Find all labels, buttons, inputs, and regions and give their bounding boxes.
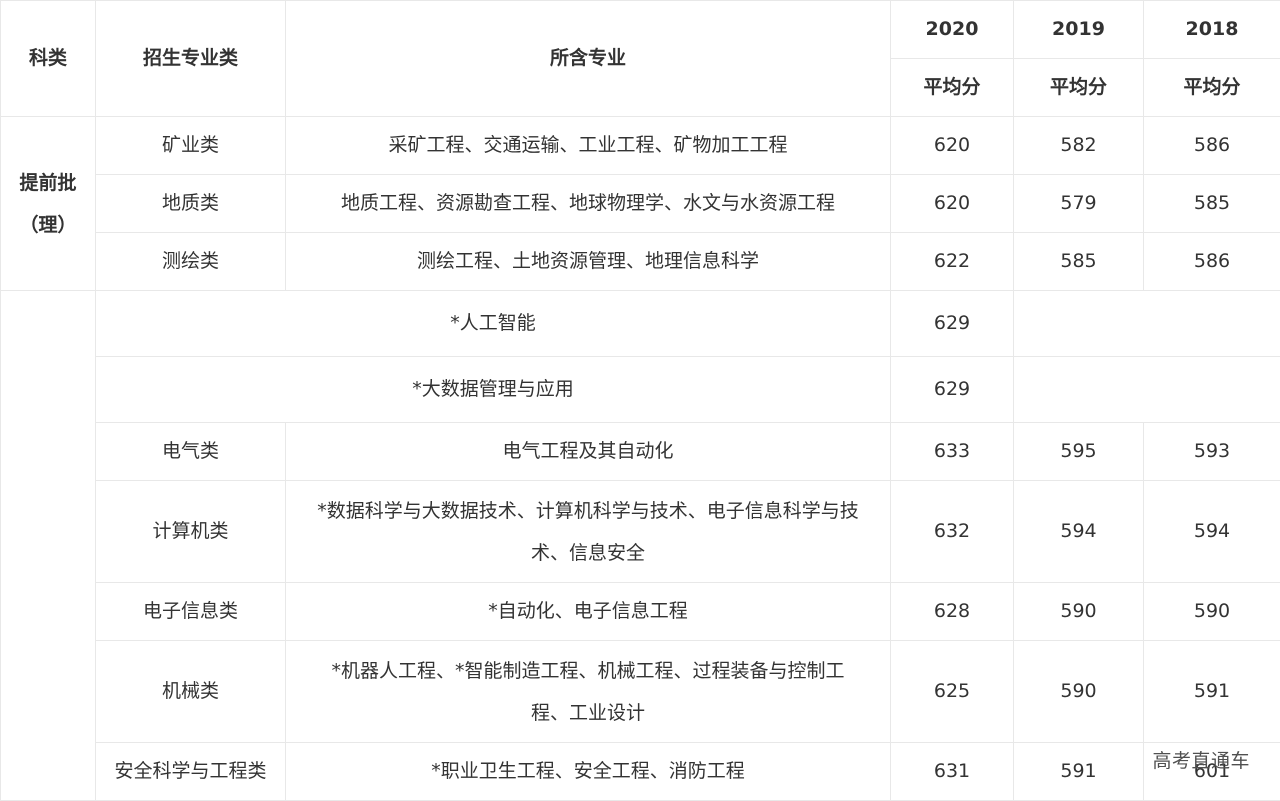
score-2019-cell: 582 <box>1014 117 1144 175</box>
score-2020-cell: 629 <box>891 357 1014 423</box>
score-2020-cell: 633 <box>891 423 1014 481</box>
early-batch-label: 提前批 （理） <box>1 117 96 291</box>
table-row: *人工智能 629 <box>1 291 1280 357</box>
score-2019-cell: 579 <box>1014 175 1144 233</box>
score-2019-cell: 594 <box>1014 481 1144 583</box>
score-2018-cell: 590 <box>1144 583 1280 641</box>
score-2020-cell: 629 <box>891 291 1014 357</box>
major-class-cell: 计算机类 <box>96 481 286 583</box>
category-empty-cell <box>1 291 96 801</box>
table-row: 计算机类 *数据科学与大数据技术、计算机科学与技术、电子信息科学与技 术、信息安… <box>1 481 1280 583</box>
majors-cell: 采矿工程、交通运输、工业工程、矿物加工工程 <box>286 117 891 175</box>
score-2019-cell: 590 <box>1014 583 1144 641</box>
majors-line: *数据科学与大数据技术、计算机科学与技术、电子信息科学与技 <box>300 490 876 532</box>
header-major-class: 招生专业类 <box>96 1 286 117</box>
watermark: 高考直通车 <box>1152 746 1250 773</box>
score-2018-cell: 593 <box>1144 423 1280 481</box>
score-2018-cell: 591 <box>1144 641 1280 743</box>
early-batch-label-line1: 提前批 <box>15 162 81 204</box>
score-2020-cell: 625 <box>891 641 1014 743</box>
majors-cell: *自动化、电子信息工程 <box>286 583 891 641</box>
table-row: 安全科学与工程类 *职业卫生工程、安全工程、消防工程 631 591 601 <box>1 743 1280 801</box>
major-class-cell: 测绘类 <box>96 233 286 291</box>
header-category: 科类 <box>1 1 96 117</box>
empty-score-cell <box>1014 291 1280 357</box>
majors-line: 术、信息安全 <box>300 532 876 574</box>
score-2019-cell: 595 <box>1014 423 1144 481</box>
score-2018-cell: 594 <box>1144 481 1280 583</box>
majors-cell: 地质工程、资源勘查工程、地球物理学、水文与水资源工程 <box>286 175 891 233</box>
score-2018-cell: 586 <box>1144 233 1280 291</box>
major-class-cell: 安全科学与工程类 <box>96 743 286 801</box>
majors-cell: *机器人工程、*智能制造工程、机械工程、过程装备与控制工 程、工业设计 <box>286 641 891 743</box>
majors-line: *机器人工程、*智能制造工程、机械工程、过程装备与控制工 <box>300 650 876 692</box>
score-2018-cell: 586 <box>1144 117 1280 175</box>
score-2020-cell: 632 <box>891 481 1014 583</box>
major-class-cell: 地质类 <box>96 175 286 233</box>
score-table: 科类 招生专业类 所含专业 2020 2019 2018 平均分 平均分 平均分… <box>0 0 1280 801</box>
table-row: 提前批 （理） 矿业类 采矿工程、交通运输、工业工程、矿物加工工程 620 58… <box>1 117 1280 175</box>
major-class-cell: 电气类 <box>96 423 286 481</box>
majors-cell: *职业卫生工程、安全工程、消防工程 <box>286 743 891 801</box>
table-row: 电气类 电气工程及其自动化 633 595 593 <box>1 423 1280 481</box>
header-year-2018: 2018 <box>1144 1 1280 59</box>
early-batch-label-line2: （理） <box>15 204 81 246</box>
header-majors: 所含专业 <box>286 1 891 117</box>
header-year-2020: 2020 <box>891 1 1014 59</box>
empty-score-cell <box>1014 357 1280 423</box>
score-2018-cell: 585 <box>1144 175 1280 233</box>
header-avg-2018: 平均分 <box>1144 59 1280 117</box>
majors-cell: 电气工程及其自动化 <box>286 423 891 481</box>
majors-cell: *数据科学与大数据技术、计算机科学与技术、电子信息科学与技 术、信息安全 <box>286 481 891 583</box>
major-class-cell: 矿业类 <box>96 117 286 175</box>
score-2019-cell: 590 <box>1014 641 1144 743</box>
special-major-cell: *大数据管理与应用 <box>96 357 891 423</box>
score-2020-cell: 620 <box>891 117 1014 175</box>
major-class-cell: 机械类 <box>96 641 286 743</box>
majors-cell: 测绘工程、土地资源管理、地理信息科学 <box>286 233 891 291</box>
majors-line: 程、工业设计 <box>300 692 876 734</box>
score-2020-cell: 620 <box>891 175 1014 233</box>
major-class-cell: 电子信息类 <box>96 583 286 641</box>
table-row: 机械类 *机器人工程、*智能制造工程、机械工程、过程装备与控制工 程、工业设计 … <box>1 641 1280 743</box>
special-major-cell: *人工智能 <box>96 291 891 357</box>
header-avg-2020: 平均分 <box>891 59 1014 117</box>
score-2020-cell: 628 <box>891 583 1014 641</box>
table-row: 电子信息类 *自动化、电子信息工程 628 590 590 <box>1 583 1280 641</box>
score-2020-cell: 622 <box>891 233 1014 291</box>
table-row: 地质类 地质工程、资源勘查工程、地球物理学、水文与水资源工程 620 579 5… <box>1 175 1280 233</box>
header-avg-2019: 平均分 <box>1014 59 1144 117</box>
score-2020-cell: 631 <box>891 743 1014 801</box>
table-row: *大数据管理与应用 629 <box>1 357 1280 423</box>
table-row: 测绘类 测绘工程、土地资源管理、地理信息科学 622 585 586 <box>1 233 1280 291</box>
score-2019-cell: 591 <box>1014 743 1144 801</box>
header-year-2019: 2019 <box>1014 1 1144 59</box>
score-2019-cell: 585 <box>1014 233 1144 291</box>
